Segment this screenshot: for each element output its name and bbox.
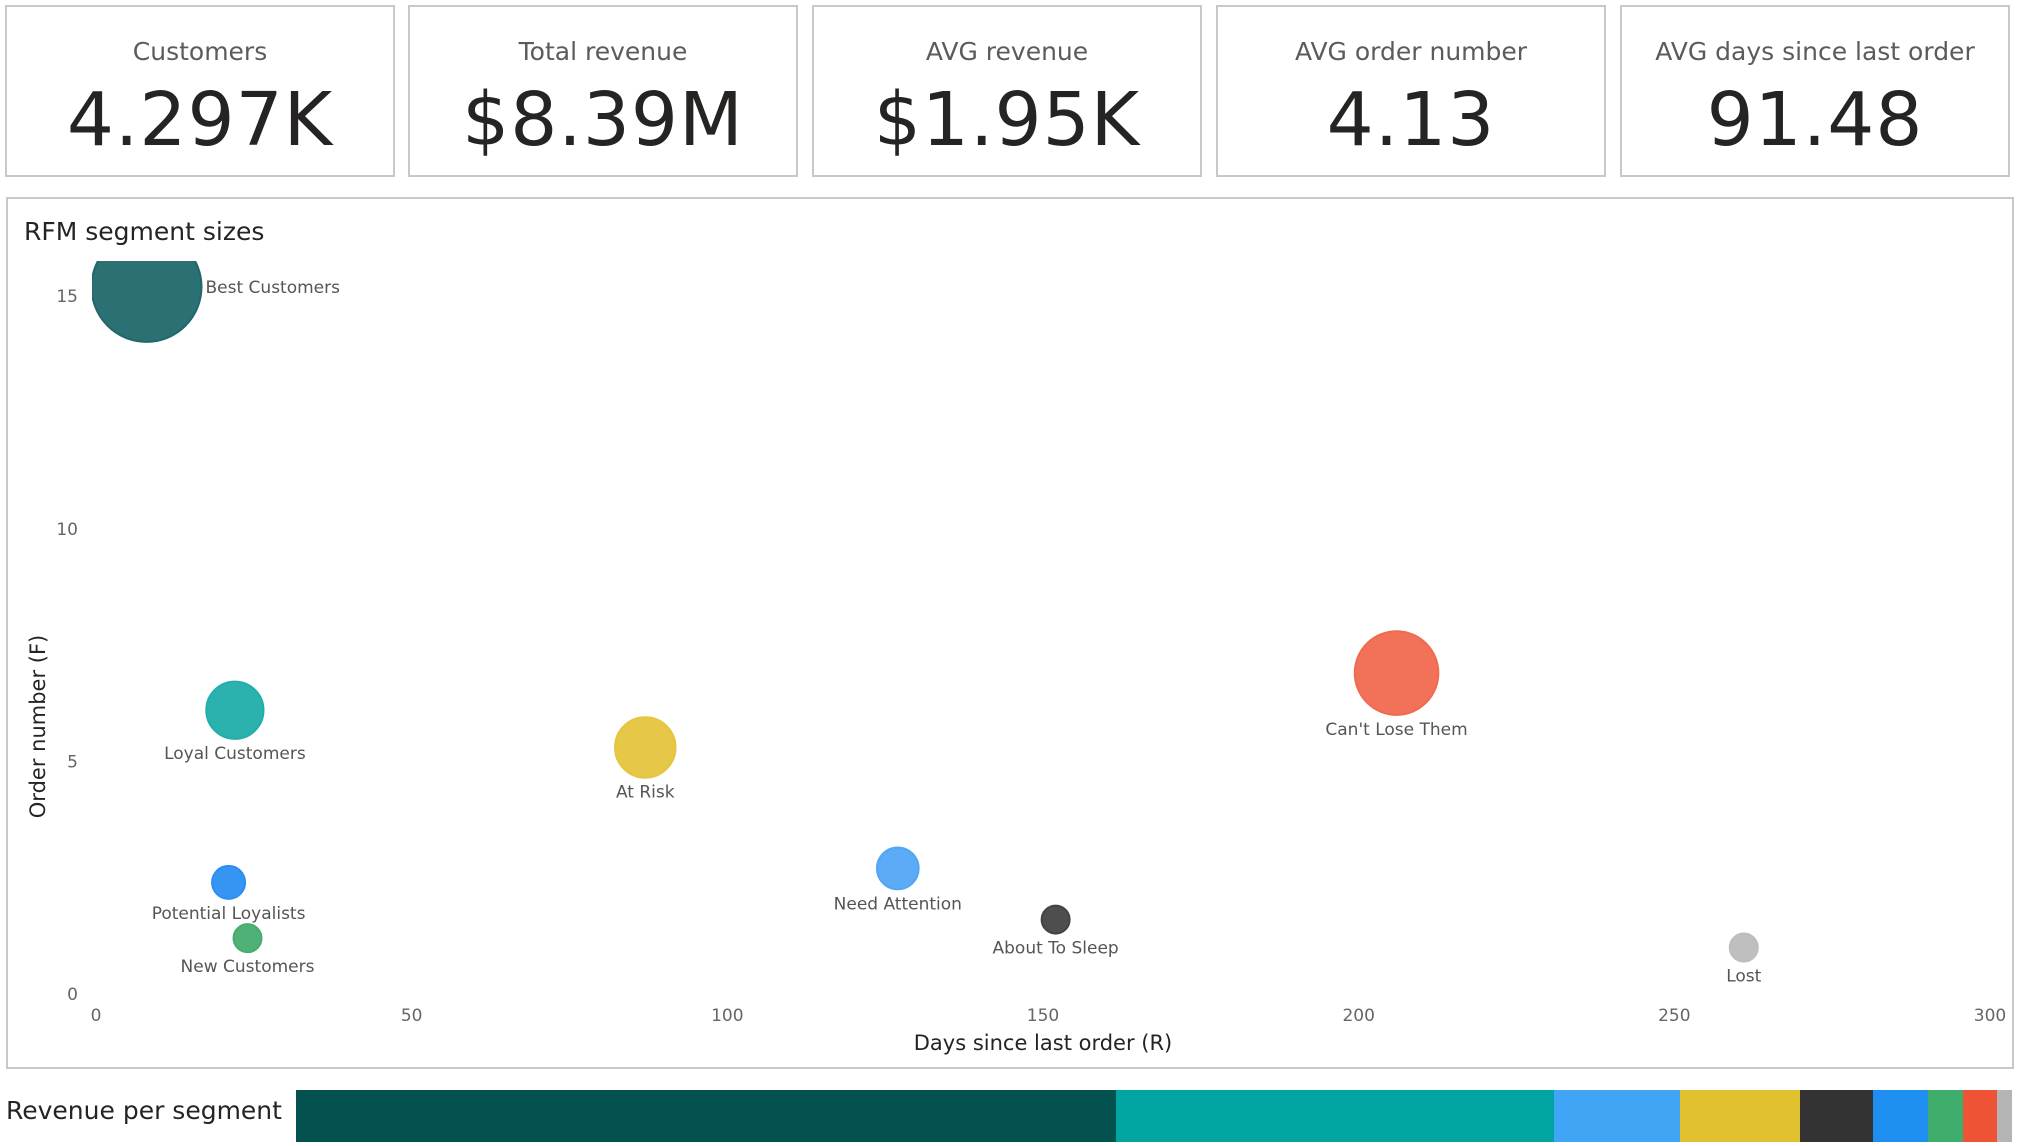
bubble-label: About To Sleep: [993, 939, 1119, 959]
x-axis-title: Days since last order (R): [914, 1031, 1173, 1055]
kpi-label: AVG order number: [1294, 37, 1528, 66]
y-axis-title: Order number (F): [26, 635, 50, 818]
kpi-label: Customers: [132, 37, 268, 66]
x-tick-label: 300: [1974, 1006, 2006, 1026]
revenue-segment[interactable]: [1554, 1090, 1681, 1142]
bubble-point[interactable]: [875, 846, 920, 891]
kpi-value: 4.297K: [66, 77, 334, 163]
bubble-label: Lost: [1726, 966, 1761, 986]
y-tick-label: 15: [56, 287, 78, 307]
kpi-card-avg-revenue[interactable]: AVG revenue $1.95K: [812, 5, 1202, 177]
bubble-group: [92, 232, 1759, 963]
revenue-segment[interactable]: [1927, 1090, 1964, 1142]
x-tick-label: 200: [1342, 1006, 1374, 1026]
y-tick-label: 0: [67, 985, 78, 1005]
kpi-label: AVG days since last order: [1655, 37, 1975, 66]
revenue-segment[interactable]: [1996, 1090, 2012, 1142]
bubble-point[interactable]: [92, 232, 203, 343]
revenue-segment[interactable]: [1116, 1090, 1555, 1142]
kpi-value: 4.13: [1326, 77, 1496, 163]
revenue-segment[interactable]: [296, 1090, 1117, 1142]
kpi-value: $8.39M: [462, 77, 744, 163]
kpi-label: Total revenue: [518, 37, 688, 66]
bubble-point[interactable]: [1353, 630, 1440, 716]
bubble-label: Loyal Customers: [164, 744, 306, 764]
bubble-point[interactable]: [211, 864, 247, 900]
bubble-point[interactable]: [1728, 932, 1759, 963]
bubble-label: Best Customers: [206, 278, 341, 298]
y-tick-label: 10: [56, 520, 78, 540]
y-tick-label: 5: [67, 752, 78, 772]
kpi-value: 91.48: [1706, 77, 1924, 163]
bubble-label: Potential Loyalists: [152, 904, 306, 924]
bubble-label: Can't Lose Them: [1325, 720, 1467, 740]
revenue-segment-title: Revenue per segment: [6, 1096, 282, 1125]
bubble-point[interactable]: [205, 680, 265, 740]
x-tick-label: 0: [91, 1006, 102, 1026]
revenue-segment[interactable]: [1963, 1090, 1997, 1142]
bubble-point[interactable]: [232, 923, 263, 954]
revenue-segment-bar[interactable]: [296, 1090, 2012, 1142]
x-tick-label: 250: [1658, 1006, 1690, 1026]
revenue-segment[interactable]: [1799, 1090, 1873, 1142]
kpi-card-avg-order-number[interactable]: AVG order number 4.13: [1216, 5, 1606, 177]
kpi-row: Customers 4.297K Total revenue $8.39M AV…: [0, 0, 2018, 182]
kpi-card-customers[interactable]: Customers 4.297K: [5, 5, 395, 177]
kpi-value: $1.95K: [873, 77, 1141, 163]
kpi-card-total-revenue[interactable]: Total revenue $8.39M: [408, 5, 798, 177]
bubble-point[interactable]: [1040, 904, 1071, 935]
rfm-chart-panel[interactable]: RFM segment sizes 0 50 100 150 200 250 300 0 5 10…: [6, 197, 2014, 1069]
revenue-segment[interactable]: [1872, 1090, 1928, 1142]
bubble-chart[interactable]: 0 50 100 150 200 250 300 0 5 10 15 Days since last …: [8, 199, 2012, 1067]
x-tick-label: 50: [401, 1006, 423, 1026]
bubble-label: At Risk: [616, 783, 675, 803]
x-tick-label: 150: [1027, 1006, 1059, 1026]
bubble-point[interactable]: [614, 716, 677, 779]
bubble-label: New Customers: [181, 957, 315, 977]
kpi-label: AVG revenue: [925, 37, 1089, 66]
x-tick-label: 100: [711, 1006, 743, 1026]
revenue-segment[interactable]: [1680, 1090, 1800, 1142]
bubble-label: Need Attention: [834, 894, 962, 914]
kpi-card-avg-days-since-last-order[interactable]: AVG days since last order 91.48: [1620, 5, 2010, 177]
